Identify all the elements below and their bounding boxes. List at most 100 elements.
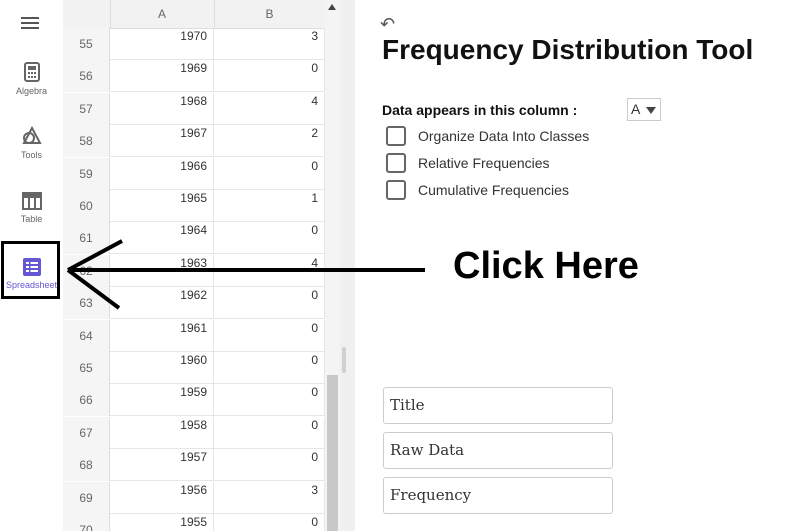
table-row: 66 1959 0: [63, 384, 325, 417]
cell-b[interactable]: 4: [214, 92, 325, 125]
row-number[interactable]: 67: [63, 416, 110, 449]
cell-a[interactable]: 1968: [110, 92, 214, 125]
toolbar-algebra-label: Algebra: [15, 86, 48, 96]
row-number[interactable]: 60: [63, 190, 110, 222]
click-here-annotation: Click Here: [453, 245, 639, 287]
panel-divider[interactable]: [340, 0, 355, 531]
table-row: 59 1966 0: [63, 157, 325, 190]
tool-title: Frequency Distribution Tool: [382, 34, 754, 65]
cell-b[interactable]: 1: [214, 190, 325, 222]
toolbar-tools[interactable]: Tools: [0, 126, 63, 160]
cell-a[interactable]: 1970: [110, 28, 214, 60]
title-input-field[interactable]: Title: [383, 387, 613, 424]
checkbox-box[interactable]: [386, 126, 406, 146]
cell-b[interactable]: 0: [214, 514, 325, 531]
cell-a[interactable]: 1962: [110, 287, 214, 320]
cell-a[interactable]: 1966: [110, 157, 214, 190]
cell-b[interactable]: 0: [214, 319, 325, 352]
table-row: 70 1955 0: [63, 514, 325, 531]
checkbox-label: Cumulative Frequencies: [418, 182, 569, 198]
shapes-icon: [21, 126, 42, 144]
table-row: 64 1961 0: [63, 319, 325, 352]
row-number[interactable]: 70: [63, 514, 110, 531]
row-number[interactable]: 69: [63, 481, 110, 514]
header-corner: [63, 0, 111, 28]
cell-a[interactable]: 1961: [110, 319, 214, 352]
undo-icon[interactable]: ↶: [380, 14, 395, 35]
cell-b[interactable]: 0: [214, 449, 325, 482]
table-row: 56 1969 0: [63, 60, 325, 93]
cell-b[interactable]: 0: [214, 60, 325, 93]
column-header-a[interactable]: A: [110, 0, 215, 28]
table-row: 62 1963 4: [63, 254, 325, 287]
row-number[interactable]: 56: [63, 60, 110, 93]
column-select-dropdown[interactable]: A: [627, 98, 661, 121]
side-toolbar: Algebra Tools Table Spreadsheet: [0, 0, 63, 531]
frequency-input-field[interactable]: Frequency: [383, 477, 613, 514]
toolbar-table-label: Table: [20, 214, 43, 224]
cell-a[interactable]: 1964: [110, 222, 214, 255]
scrollbar-thumb[interactable]: [327, 375, 338, 531]
row-number[interactable]: 59: [63, 157, 110, 190]
divider-grip-handle[interactable]: [342, 347, 346, 373]
column-header-b[interactable]: B: [214, 0, 326, 28]
toolbar-table[interactable]: Table: [0, 192, 63, 224]
toolbar-tools-label: Tools: [20, 150, 42, 160]
cell-a[interactable]: 1960: [110, 352, 214, 384]
row-number[interactable]: 68: [63, 449, 110, 482]
cell-a[interactable]: 1969: [110, 60, 214, 93]
checkbox-label: Relative Frequencies: [418, 155, 550, 171]
raw-data-input-field[interactable]: Raw Data: [383, 432, 613, 469]
cell-b[interactable]: 4: [214, 254, 325, 287]
spreadsheet-view: A B 55 1970 3 56 1969 0 57 1968 4 58 1967 2 59 1966 0 6…: [63, 0, 341, 531]
row-number[interactable]: 58: [63, 125, 110, 158]
hamburger-menu-icon[interactable]: [21, 14, 39, 32]
cell-b[interactable]: 3: [214, 481, 325, 514]
checkbox-box[interactable]: [386, 153, 406, 173]
table-row: 68 1957 0: [63, 449, 325, 482]
row-number[interactable]: 66: [63, 384, 110, 417]
table-row: 57 1968 4: [63, 92, 325, 125]
cell-b[interactable]: 0: [214, 416, 325, 449]
cell-b[interactable]: 0: [214, 384, 325, 417]
cell-b[interactable]: 2: [214, 125, 325, 158]
table-icon: [21, 192, 42, 210]
table-row: 60 1965 1: [63, 190, 325, 222]
vertical-scrollbar[interactable]: [325, 0, 340, 531]
checkbox-label: Organize Data Into Classes: [418, 128, 590, 144]
table-row: 55 1970 3: [63, 28, 325, 60]
cell-a[interactable]: 1963: [110, 254, 214, 287]
table-row: 61 1964 0: [63, 222, 325, 255]
table-row: 58 1967 2: [63, 125, 325, 158]
cell-b[interactable]: 0: [214, 352, 325, 384]
toolbar-algebra[interactable]: Algebra: [0, 62, 63, 96]
column-select-value: A: [631, 101, 641, 117]
spreadsheet-highlight-box: [1, 241, 60, 299]
cell-a[interactable]: 1967: [110, 125, 214, 158]
calculator-icon: [23, 62, 40, 82]
row-number[interactable]: 61: [63, 222, 110, 255]
dropdown-arrow-icon: [646, 107, 656, 114]
checkbox-box[interactable]: [386, 180, 406, 200]
row-number[interactable]: 64: [63, 319, 110, 352]
row-number[interactable]: 55: [63, 28, 110, 60]
table-row: 67 1958 0: [63, 416, 325, 449]
cell-b[interactable]: 3: [214, 28, 325, 60]
cell-b[interactable]: 0: [214, 287, 325, 320]
table-row: 69 1956 3: [63, 481, 325, 514]
cell-a[interactable]: 1965: [110, 190, 214, 222]
table-row: 65 1960 0: [63, 352, 325, 384]
column-prompt-label: Data appears in this column :: [382, 102, 578, 118]
cell-a[interactable]: 1955: [110, 514, 214, 531]
row-number[interactable]: 65: [63, 352, 110, 384]
row-number[interactable]: 63: [63, 287, 110, 320]
cell-b[interactable]: 0: [214, 222, 325, 255]
row-number[interactable]: 57: [63, 92, 110, 125]
row-number[interactable]: 62: [63, 254, 110, 287]
cell-a[interactable]: 1956: [110, 481, 214, 514]
cell-a[interactable]: 1957: [110, 449, 214, 482]
cell-b[interactable]: 0: [214, 157, 325, 190]
cell-a[interactable]: 1958: [110, 416, 214, 449]
scroll-up-arrow-icon[interactable]: [328, 4, 336, 10]
cell-a[interactable]: 1959: [110, 384, 214, 417]
